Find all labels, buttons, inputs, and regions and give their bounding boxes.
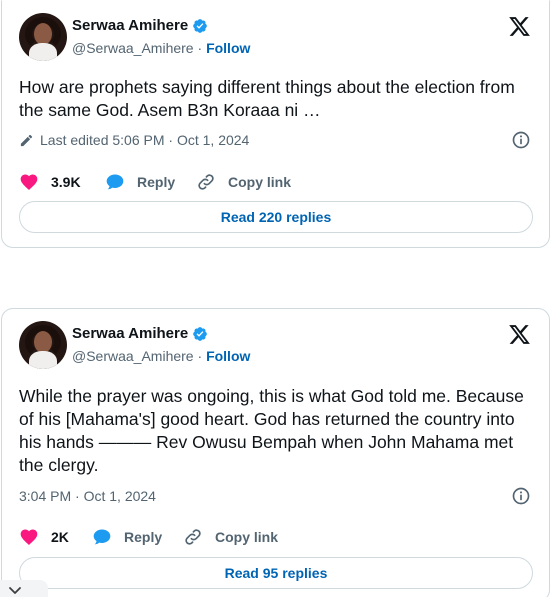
copy-link-label: Copy link [228,174,292,190]
link-icon [185,529,201,545]
info-icon[interactable] [511,486,531,506]
author-handle-row: @Serwaa_Amihere · Follow [72,40,250,56]
collapse-tab[interactable] [0,580,48,597]
reply-bubble-icon [106,174,124,190]
like-button[interactable]: 3.9K [19,172,105,192]
reply-button[interactable]: Reply [105,172,196,192]
tweet-meta: Last edited 5:06 PM · Oct 1, 2024 [19,130,531,150]
author-name-row: Serwaa Amihere [72,17,208,34]
tweet-actions: 2K Reply Copy link [19,525,278,549]
copy-link-button[interactable]: Copy link [196,172,291,192]
reply-button[interactable]: Reply [92,527,183,547]
reply-label: Reply [137,174,176,190]
copy-link-button[interactable]: Copy link [183,527,278,547]
verified-badge-icon [193,18,208,33]
tweet-header: Serwaa Amihere @Serwaa_Amihere · Follow [19,319,535,369]
heart-icon [20,529,38,545]
reply-label: Reply [124,529,163,545]
tweet-header: Serwaa Amihere @Serwaa_Amihere · Follow [19,11,535,61]
author-display-name[interactable]: Serwaa Amihere [72,17,188,34]
tweet-actions: 3.9K Reply Copy link [19,170,291,194]
follow-link[interactable]: Follow [206,348,250,364]
reply-bubble-icon [93,529,111,545]
follow-link[interactable]: Follow [206,40,250,56]
tweet-embed-1: Serwaa Amihere @Serwaa_Amihere · Follow … [1,0,550,248]
pencil-icon [20,134,33,146]
info-icon[interactable] [511,130,531,150]
x-logo-icon[interactable] [508,15,531,38]
tweet-text: While the prayer was ongoing, this is wh… [19,386,524,475]
author-name-row: Serwaa Amihere [72,325,208,342]
heart-icon [20,174,38,190]
like-count: 2K [51,529,69,545]
handle-separator: · [197,348,203,364]
avatar[interactable] [19,321,67,369]
author-handle[interactable]: @Serwaa_Amihere [72,348,194,364]
author-display-name[interactable]: Serwaa Amihere [72,325,188,342]
handle-separator: · [197,40,203,56]
tweet-embed-2: Serwaa Amihere @Serwaa_Amihere · Follow … [1,308,550,597]
tweet-text: How are prophets saying different things… [19,77,515,120]
author-handle-row: @Serwaa_Amihere · Follow [72,348,250,364]
read-replies-button[interactable]: Read 220 replies [19,201,533,233]
tweet-meta: 3:04 PM · Oct 1, 2024 [19,486,531,506]
like-button[interactable]: 2K [19,527,92,547]
author-handle[interactable]: @Serwaa_Amihere [72,40,194,56]
x-logo-icon[interactable] [508,323,531,346]
link-icon [198,174,214,190]
avatar[interactable] [19,13,67,61]
chevron-down-icon [9,587,21,594]
copy-link-label: Copy link [215,529,279,545]
like-count: 3.9K [51,174,81,190]
verified-badge-icon [193,326,208,341]
read-replies-button[interactable]: Read 95 replies [19,557,533,589]
timestamp[interactable]: 3:04 PM · Oct 1, 2024 [19,488,156,504]
last-edited-timestamp[interactable]: Last edited 5:06 PM · Oct 1, 2024 [40,132,249,148]
